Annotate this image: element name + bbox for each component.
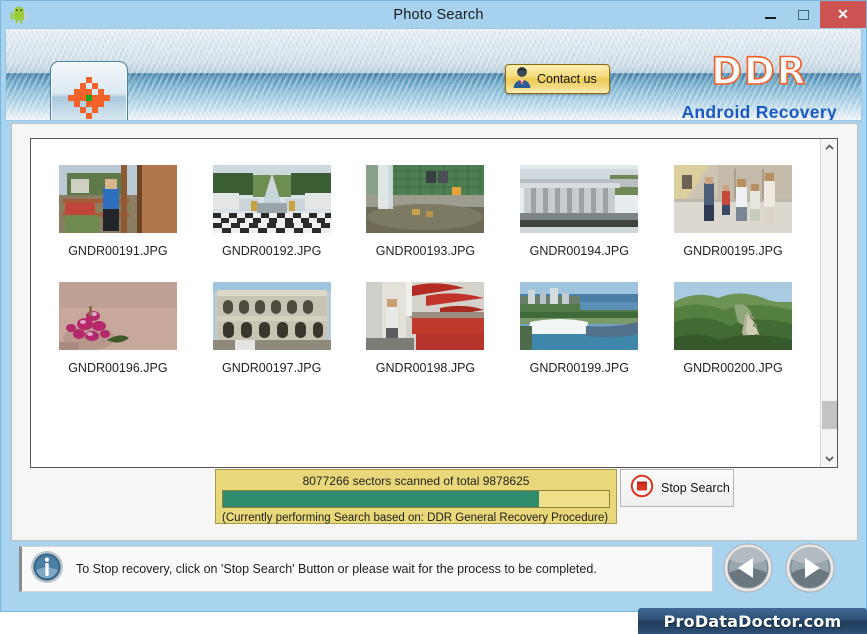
photo-thumbnail-item[interactable]: GNDR00198.JPG <box>351 282 499 375</box>
scroll-up-button[interactable] <box>821 139 837 156</box>
photo-filename: GNDR00192.JPG <box>222 244 322 258</box>
info-status-text: To Stop recovery, click on 'Stop Search'… <box>76 562 597 576</box>
photo-thumbnail-image <box>212 165 331 233</box>
photo-thumbnail-image <box>520 282 639 350</box>
photo-filename: GNDR00193.JPG <box>375 244 476 258</box>
photo-filename: GNDR00200.JPG <box>683 361 783 375</box>
scan-progress-track <box>222 490 610 508</box>
thumbnail-row: GNDR00196.JPG GNDR00197.JPG GNDR00198.JP… <box>41 282 810 375</box>
photo-thumbnail-image <box>366 282 485 350</box>
scan-progress-label: 8077266 sectors scanned of total 9878625 <box>302 474 530 488</box>
photo-filename: GNDR00199.JPG <box>529 361 629 375</box>
next-button[interactable] <box>785 543 835 598</box>
photo-filename: GNDR00191.JPG <box>68 244 168 258</box>
chevron-down-icon <box>824 455 834 462</box>
photo-thumbnail-image <box>366 165 485 233</box>
photo-thumbnail-item[interactable]: GNDR00197.JPG <box>198 282 346 375</box>
app-logo-tile <box>50 61 128 121</box>
stop-search-button[interactable]: Stop Search <box>620 469 734 507</box>
stop-search-label: Stop Search <box>661 481 730 495</box>
contact-us-button[interactable]: Contact us <box>505 64 610 94</box>
info-circle-icon <box>30 550 64 589</box>
android-robot-icon <box>9 4 29 24</box>
scrollbar-thumb[interactable] <box>822 401 837 429</box>
photo-thumbnail-item[interactable]: GNDR00200.JPG <box>659 282 807 375</box>
footer-brand-tab: ProDataDoctor.com <box>638 608 867 634</box>
scan-progress-fill <box>223 491 539 507</box>
photo-filename: GNDR00195.JPG <box>683 244 783 258</box>
photo-thumbnail-image <box>520 165 639 233</box>
photo-thumbnail-item[interactable]: GNDR00191.JPG <box>44 165 192 258</box>
minimize-icon <box>765 16 776 19</box>
photo-thumbnail-item[interactable]: GNDR00192.JPG <box>198 165 346 258</box>
close-button[interactable]: ✕ <box>820 1 866 28</box>
title-bar: Photo Search ✕ <box>1 1 866 28</box>
photo-filename: GNDR00197.JPG <box>222 361 322 375</box>
contact-us-label: Contact us <box>537 72 597 86</box>
scroll-down-button[interactable] <box>821 450 837 467</box>
info-status-bar: To Stop recovery, click on 'Stop Search'… <box>19 546 713 592</box>
photo-filename: GNDR00198.JPG <box>375 361 476 375</box>
content-panel: GNDR00191.JPG GNDR00192.JPG GNDR00193.JP… <box>11 123 858 541</box>
vertical-scrollbar[interactable] <box>820 139 837 467</box>
maximize-icon <box>798 9 809 20</box>
photo-search-window: Photo Search ✕ Contact us DDR Android Re… <box>0 0 867 612</box>
photo-filename: GNDR00196.JPG <box>68 361 168 375</box>
brand-title: DDR <box>710 50 808 93</box>
brand-block: DDR Android Recovery <box>681 50 837 121</box>
scan-procedure-label: (Currently performing Search based on: D… <box>222 512 609 524</box>
photo-thumbnail-image <box>58 165 177 233</box>
minimize-button[interactable] <box>754 1 787 28</box>
person-icon <box>511 65 533 94</box>
window-title: Photo Search <box>393 6 484 23</box>
footer-brand-text: ProDataDoctor.com <box>663 611 842 631</box>
photo-thumbnail-image <box>674 165 793 233</box>
photo-thumbnail-image <box>58 282 177 350</box>
stop-square-icon <box>630 474 654 503</box>
maximize-button[interactable] <box>787 1 820 28</box>
photo-recovery-flower-icon <box>62 71 116 121</box>
photo-filename: GNDR00194.JPG <box>529 244 629 258</box>
photo-thumbnail-image <box>674 282 793 350</box>
photo-thumbnail-item[interactable]: GNDR00194.JPG <box>505 165 653 258</box>
photo-thumbnail-item[interactable]: GNDR00199.JPG <box>505 282 653 375</box>
chevron-up-icon <box>824 144 834 151</box>
brand-subtitle: Android Recovery <box>681 102 837 121</box>
photo-thumbnail-item[interactable]: GNDR00196.JPG <box>44 282 192 375</box>
photo-thumbnail-item[interactable]: GNDR00193.JPG <box>351 165 499 258</box>
scan-progress-box: 8077266 sectors scanned of total 9878625… <box>215 469 617 524</box>
thumbnail-row: GNDR00191.JPG GNDR00192.JPG GNDR00193.JP… <box>41 165 810 258</box>
header-banner: Contact us DDR Android Recovery <box>5 28 862 121</box>
photo-results-frame: GNDR00191.JPG GNDR00192.JPG GNDR00193.JP… <box>30 138 838 468</box>
photo-thumbnail-image <box>212 282 331 350</box>
window-controls: ✕ <box>754 1 866 28</box>
photo-scroll-area[interactable]: GNDR00191.JPG GNDR00192.JPG GNDR00193.JP… <box>31 139 820 467</box>
back-button[interactable] <box>723 543 773 598</box>
application-root: Photo Search ✕ Contact us DDR Android Re… <box>0 0 867 634</box>
navigation-buttons <box>723 543 835 598</box>
photo-thumbnail-item[interactable]: GNDR00195.JPG <box>659 165 807 258</box>
